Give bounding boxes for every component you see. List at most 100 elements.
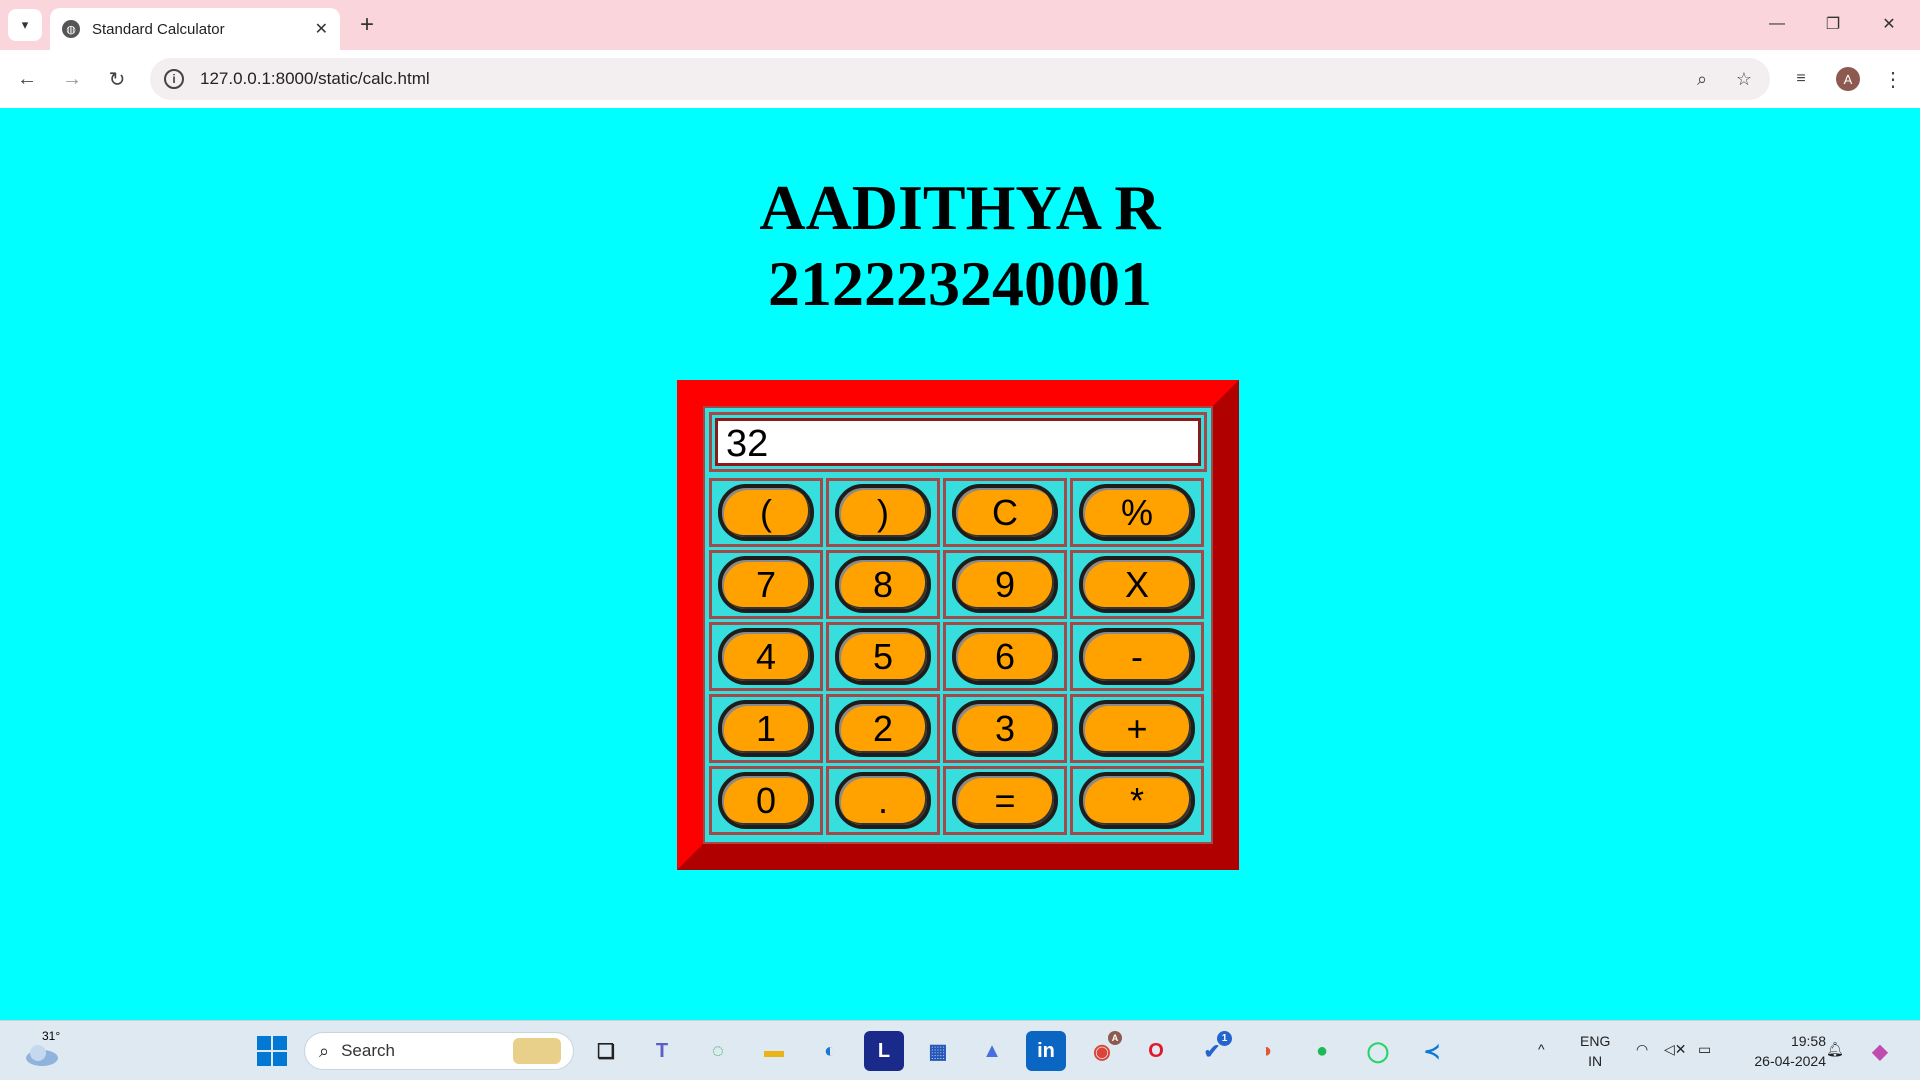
bookmark-star-icon[interactable]: ☆ bbox=[1728, 69, 1760, 90]
tab-search-chevron-icon[interactable]: ▾ bbox=[8, 9, 42, 41]
key-digit-8-button[interactable]: 8 bbox=[835, 556, 931, 613]
button-cell: ) bbox=[826, 478, 940, 547]
button-cell: 6 bbox=[943, 622, 1067, 691]
store-icon[interactable]: ▦ bbox=[918, 1031, 958, 1071]
temperature: 31° bbox=[42, 1029, 61, 1043]
url-text[interactable]: 127.0.0.1:8000/static/calc.html bbox=[200, 69, 1686, 89]
forward-arrow-icon[interactable]: → bbox=[55, 62, 89, 96]
key-percent-button[interactable]: % bbox=[1079, 484, 1195, 541]
tab-title: Standard Calculator bbox=[92, 20, 225, 38]
button-cell: * bbox=[1070, 766, 1204, 835]
key-close-paren-button[interactable]: ) bbox=[835, 484, 931, 541]
student-name: AADITHYA R bbox=[759, 172, 1161, 243]
button-cell: 5 bbox=[826, 622, 940, 691]
whatsapp-icon[interactable]: ◯ bbox=[1358, 1031, 1398, 1071]
key-digit-9-button[interactable]: 9 bbox=[952, 556, 1058, 613]
button-cell: X bbox=[1070, 550, 1204, 619]
vscode-icon[interactable]: ≺ bbox=[1412, 1031, 1452, 1071]
more-menu-icon[interactable]: ⋮ bbox=[1876, 62, 1910, 96]
browser-toolbar: ← → ↻ i 127.0.0.1:8000/static/calc.html … bbox=[0, 50, 1920, 108]
profile-avatar[interactable]: A bbox=[1836, 67, 1860, 91]
chrome-profile-badge: A bbox=[1108, 1031, 1122, 1045]
student-id: 212223240001 bbox=[768, 248, 1152, 319]
site-info-icon[interactable]: i bbox=[164, 69, 184, 89]
restore-icon[interactable]: ❐ bbox=[1808, 6, 1858, 42]
key-digit-0-button[interactable]: 0 bbox=[718, 772, 814, 829]
close-window-icon[interactable]: ✕ bbox=[1864, 6, 1914, 42]
refresh-app-icon[interactable]: ◌ bbox=[698, 1031, 738, 1071]
key-digit-2-button[interactable]: 2 bbox=[835, 700, 931, 757]
button-cell: 0 bbox=[709, 766, 823, 835]
button-cell: 1 bbox=[709, 694, 823, 763]
key-digit-7-button[interactable]: 7 bbox=[718, 556, 814, 613]
key-plus-button[interactable]: + bbox=[1079, 700, 1195, 757]
new-tab-plus-icon[interactable]: + bbox=[352, 10, 382, 40]
weather-widget[interactable]: 31° bbox=[22, 1029, 62, 1071]
time-text: 19:58 bbox=[1790, 1033, 1826, 1049]
key-open-paren-button[interactable]: ( bbox=[718, 484, 814, 541]
file-explorer-icon[interactable]: ▬ bbox=[754, 1031, 794, 1071]
button-grid: () C% 7 8 9 X 4 5 6- 1 2 3 +0. = * bbox=[709, 478, 1207, 835]
calculator-table: 32 () C% 7 8 9 X 4 5 6- 1 2 3 +0. = * bbox=[703, 406, 1213, 844]
key-digit-6-button[interactable]: 6 bbox=[952, 628, 1058, 685]
start-windows-icon[interactable] bbox=[252, 1031, 292, 1071]
button-cell: C bbox=[943, 478, 1067, 547]
key-equals-button[interactable]: = bbox=[952, 772, 1058, 829]
battery-icon[interactable]: ▭ bbox=[1698, 1039, 1711, 1059]
button-cell: ( bbox=[709, 478, 823, 547]
button-cell: = bbox=[943, 766, 1067, 835]
globe-icon: ◍ bbox=[62, 20, 80, 38]
language-code: ENG bbox=[1580, 1033, 1611, 1049]
calculator-frame: 32 () C% 7 8 9 X 4 5 6- 1 2 3 +0. = * bbox=[677, 380, 1239, 870]
key-clear-button[interactable]: C bbox=[952, 484, 1058, 541]
minimize-icon[interactable]: — bbox=[1752, 6, 1802, 42]
teams-icon[interactable]: T bbox=[642, 1031, 682, 1071]
region-code: IN bbox=[1588, 1053, 1603, 1069]
button-cell: 8 bbox=[826, 550, 940, 619]
button-cell: 2 bbox=[826, 694, 940, 763]
clock[interactable]: 19:58 26-04-2024 bbox=[1736, 1031, 1826, 1071]
taskbar-search[interactable]: ⌕ Search bbox=[304, 1032, 574, 1070]
key-asterisk-button[interactable]: * bbox=[1079, 772, 1195, 829]
button-cell: 4 bbox=[709, 622, 823, 691]
key-digit-1-button[interactable]: 1 bbox=[718, 700, 814, 757]
l-app-icon[interactable]: L bbox=[864, 1031, 904, 1071]
button-cell: - bbox=[1070, 622, 1204, 691]
key-minus-button[interactable]: - bbox=[1079, 628, 1195, 685]
key-digit-4-button[interactable]: 4 bbox=[718, 628, 814, 685]
muted-speaker-icon[interactable]: ◁✕ bbox=[1664, 1039, 1687, 1059]
button-cell: 9 bbox=[943, 550, 1067, 619]
wifi-icon[interactable]: ◠ bbox=[1636, 1039, 1648, 1059]
show-hidden-icons-chevron-icon[interactable]: ^ bbox=[1538, 1039, 1545, 1059]
key-multiply-x-button[interactable]: X bbox=[1079, 556, 1195, 613]
key-digit-3-button[interactable]: 3 bbox=[952, 700, 1058, 757]
task-view-icon[interactable]: ❏ bbox=[586, 1031, 626, 1071]
arc-app-icon[interactable]: ▲ bbox=[972, 1031, 1012, 1071]
zoom-icon[interactable]: ⌕ bbox=[1686, 69, 1718, 90]
reload-icon[interactable]: ↻ bbox=[100, 62, 134, 96]
duckduckgo-icon[interactable]: ◑ bbox=[1246, 1031, 1286, 1071]
page-heading: AADITHYA R 212223240001 bbox=[0, 170, 1920, 322]
search-icon: ⌕ bbox=[319, 1040, 330, 1061]
calculator-display[interactable]: 32 bbox=[715, 418, 1201, 466]
key-decimal-button[interactable]: . bbox=[835, 772, 931, 829]
key-digit-5-button[interactable]: 5 bbox=[835, 628, 931, 685]
back-arrow-icon[interactable]: ← bbox=[10, 62, 44, 96]
display-cell: 32 bbox=[709, 412, 1207, 472]
copilot-icon[interactable]: ◆ bbox=[1860, 1031, 1900, 1071]
media-control-icon[interactable]: ≡ bbox=[1784, 62, 1818, 96]
button-cell: % bbox=[1070, 478, 1204, 547]
opera-icon[interactable]: O bbox=[1136, 1031, 1176, 1071]
button-cell: 7 bbox=[709, 550, 823, 619]
browser-tab[interactable]: ◍ Standard Calculator ✕ bbox=[50, 8, 340, 50]
language-indicator[interactable]: ENG IN bbox=[1580, 1031, 1610, 1071]
address-bar[interactable]: i 127.0.0.1:8000/static/calc.html ⌕ ☆ bbox=[150, 58, 1770, 100]
notification-bell-icon[interactable]: 🔔︎ bbox=[1826, 1039, 1844, 1059]
linkedin-icon[interactable]: in bbox=[1026, 1031, 1066, 1071]
chrome-icon[interactable]: ◉ A bbox=[1082, 1031, 1122, 1071]
close-tab-icon[interactable]: ✕ bbox=[315, 19, 328, 39]
todo-icon[interactable]: ✔ 1 bbox=[1192, 1031, 1232, 1071]
spotify-icon[interactable]: ● bbox=[1302, 1031, 1342, 1071]
browser-tab-bar: ▾ ◍ Standard Calculator ✕ + — ❐ ✕ bbox=[0, 0, 1920, 50]
edge-icon[interactable]: ◐ bbox=[810, 1031, 850, 1071]
